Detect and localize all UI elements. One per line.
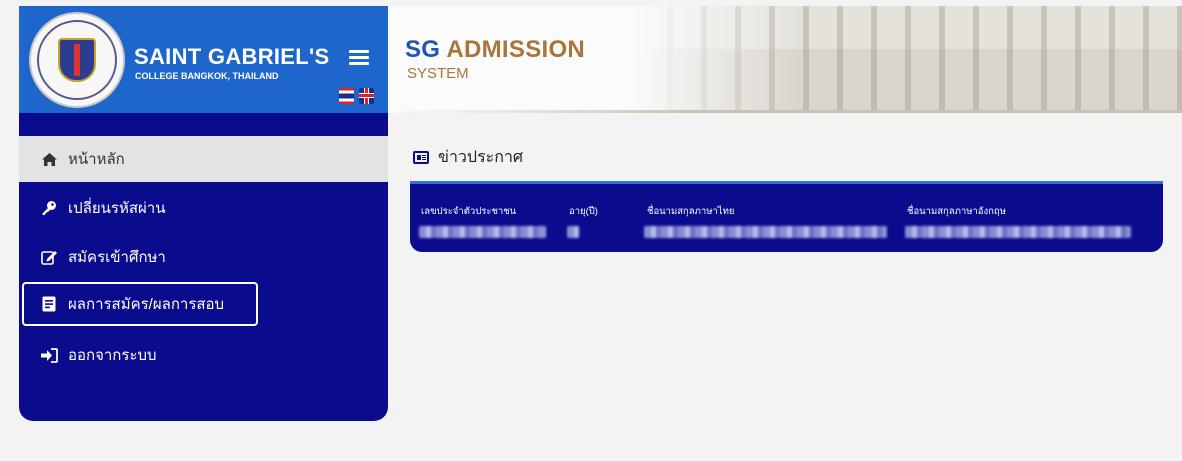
brand-subtitle: COLLEGE BANGKOK, THAILAND bbox=[135, 71, 279, 81]
thai-flag-icon[interactable] bbox=[339, 88, 354, 104]
redacted-id-value bbox=[419, 226, 546, 238]
column-header-id: เลขประจำตัวประชาชน bbox=[421, 206, 517, 217]
redacted-age-value bbox=[567, 226, 579, 238]
news-title: ข่าวประกาศ bbox=[438, 149, 524, 166]
sidebar-item-home[interactable]: หน้าหลัก bbox=[19, 136, 388, 182]
redacted-english-name-value bbox=[905, 226, 1131, 238]
news-heading: ข่าวประกาศ bbox=[413, 145, 523, 170]
hamburger-menu-icon[interactable] bbox=[349, 50, 369, 66]
document-icon bbox=[40, 295, 58, 313]
home-icon bbox=[40, 150, 58, 168]
sidebar-item-label: เปลี่ยนรหัสผ่าน bbox=[68, 200, 166, 217]
sidebar-item-logout[interactable]: ออกจากระบบ bbox=[19, 332, 388, 378]
sidebar: หน้าหลัก เปลี่ยนรหัสผ่าน สมัครเข้าศึกษา … bbox=[19, 113, 388, 421]
redacted-thai-name-value bbox=[644, 226, 887, 238]
newspaper-icon bbox=[413, 151, 429, 164]
campus-photo-banner bbox=[633, 6, 1182, 113]
system-subtitle: SYSTEM bbox=[407, 65, 469, 82]
key-icon bbox=[40, 199, 58, 217]
system-header: SG ADMISSION SYSTEM bbox=[388, 6, 1182, 113]
sidebar-item-results[interactable]: ผลการสมัคร/ผลการสอบ bbox=[22, 282, 258, 326]
applicant-info-card: เลขประจำตัวประชาชน อายุ(ปี) ชื่อนามสกุลภ… bbox=[410, 181, 1163, 252]
sidebar-item-label: ออกจากระบบ bbox=[68, 347, 157, 364]
logout-icon bbox=[40, 346, 58, 364]
column-header-thai-name: ชื่อนามสกุลภาษาไทย bbox=[647, 206, 735, 217]
brand-name: SAINT GABRIEL'S bbox=[134, 44, 330, 69]
sidebar-item-apply[interactable]: สมัครเข้าศึกษา bbox=[19, 234, 388, 280]
system-title: SG ADMISSION bbox=[405, 36, 586, 63]
sidebar-item-label: สมัครเข้าศึกษา bbox=[68, 249, 166, 266]
brand-header: SAINT GABRIEL'S COLLEGE BANGKOK, THAILAN… bbox=[19, 6, 388, 113]
sidebar-item-change-password[interactable]: เปลี่ยนรหัสผ่าน bbox=[19, 185, 388, 231]
college-logo bbox=[29, 12, 125, 108]
edit-icon bbox=[40, 248, 58, 266]
column-header-english-name: ชื่อนามสกุลภาษาอังกฤษ bbox=[907, 206, 1006, 217]
sidebar-item-label: ผลการสมัคร/ผลการสอบ bbox=[68, 296, 225, 313]
uk-flag-icon[interactable] bbox=[359, 88, 374, 104]
column-header-age: อายุ(ปี) bbox=[569, 206, 598, 217]
sidebar-item-label: หน้าหลัก bbox=[68, 151, 125, 168]
